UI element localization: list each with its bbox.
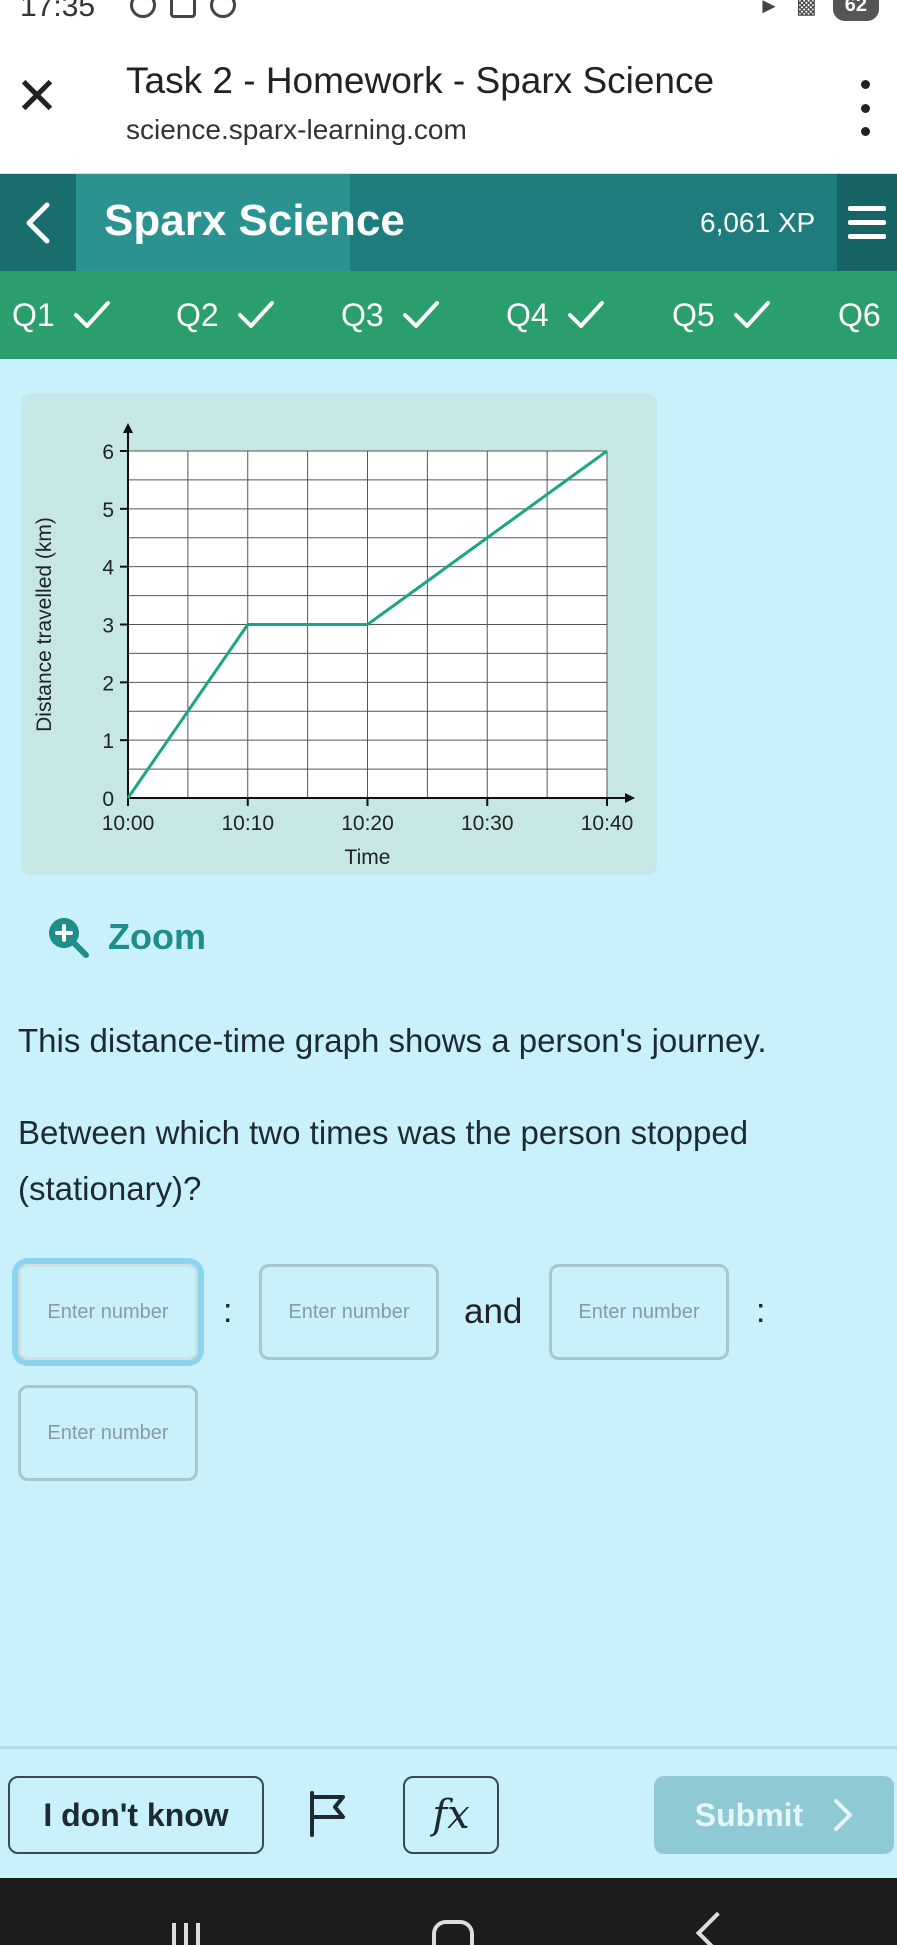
hamburger-menu-icon[interactable] [837, 174, 897, 271]
sync-icon [210, 0, 236, 18]
question-intro: This distance-time graph shows a person'… [18, 1022, 767, 1059]
check-icon [237, 301, 274, 328]
app-header: Sparx Science 6,061 XP [0, 174, 897, 271]
page-title: Task 2 - Homework - Sparx Science [126, 60, 715, 101]
tab-label: Q4 [506, 296, 549, 333]
question-tabs: Q1 Q2 Q3 Q4 Q5 Q6 [0, 271, 897, 359]
y-tick-label: 1 [102, 730, 114, 753]
tab-q4[interactable]: Q4 [506, 271, 605, 359]
recent-apps-icon[interactable] [172, 1923, 200, 1945]
question-prompt: Between which two times was the person s… [18, 1114, 749, 1207]
x-tick-label: 10:10 [221, 812, 274, 835]
y-tick-label: 6 [102, 441, 114, 464]
chevron-left-icon [26, 202, 50, 243]
answer-input-1[interactable] [18, 1264, 198, 1360]
y-tick-label: 5 [102, 499, 114, 522]
zoom-in-icon [49, 918, 89, 958]
answer-input-3[interactable] [549, 1264, 729, 1360]
dont-know-button[interactable]: I don't know [8, 1776, 264, 1854]
close-icon[interactable]: ✕ [12, 68, 62, 126]
back-nav-icon[interactable] [695, 1911, 739, 1945]
flag-icon[interactable] [305, 1789, 349, 1839]
battery-icon: 62 [832, 0, 879, 21]
x-axis-label: Time [345, 846, 391, 869]
bottom-action-bar: I don't know fx Submit [0, 1746, 897, 1878]
answer-input-2[interactable] [259, 1264, 439, 1360]
formula-button[interactable]: fx [403, 1776, 499, 1854]
home-icon[interactable] [432, 1920, 474, 1945]
tab-label: Q1 [12, 296, 55, 333]
y-axis-arrow [123, 423, 133, 433]
tab-q1[interactable]: Q1 [12, 271, 111, 359]
y-tick-label: 0 [102, 788, 114, 811]
status-bar: 17:35 ► ▩ 62 [0, 0, 897, 26]
system-nav-bar [0, 1878, 897, 1945]
messenger-icon [130, 0, 156, 18]
system-icons: ► ▩ 62 [758, 0, 879, 21]
x-tick-label: 10:20 [341, 812, 394, 835]
tab-label: Q5 [672, 296, 715, 333]
check-icon [73, 301, 110, 328]
notification-icons [130, 0, 236, 18]
tab-label: Q2 [176, 296, 219, 333]
signal-icon: ▩ [795, 0, 817, 18]
brand-title: Sparx Science [104, 196, 405, 245]
y-tick-label: 3 [102, 615, 114, 638]
browser-bar: ✕ Task 2 - Homework - Sparx Science scie… [0, 26, 897, 174]
tab-label: Q3 [341, 296, 384, 333]
tab-label: Q6 [838, 296, 881, 333]
check-icon [567, 301, 604, 328]
submit-button[interactable]: Submit [654, 1776, 894, 1854]
x-axis-arrow [625, 793, 635, 803]
mute-icon: ► [758, 0, 780, 18]
chevron-right-icon [834, 1799, 853, 1831]
y-axis-label: Distance travelled (km) [33, 517, 56, 732]
submit-label: Submit [694, 1796, 804, 1833]
x-tick-label: 10:30 [461, 812, 514, 835]
y-tick-label: 2 [102, 672, 114, 695]
distance-time-chart: 0 1 2 3 4 5 6 10:00 10:10 10:20 10:30 10:40 Time Dist… [33, 423, 635, 869]
status-time: 17:35 [20, 0, 96, 23]
tab-q5[interactable]: Q5 [672, 271, 771, 359]
tab-q3[interactable]: Q3 [341, 271, 440, 359]
time-separator: : [223, 1292, 233, 1330]
check-icon [733, 301, 770, 328]
x-tick-label: 10:40 [581, 812, 634, 835]
tab-q2[interactable]: Q2 [176, 271, 275, 359]
graph-card: 0 1 2 3 4 5 6 10:00 10:10 10:20 10:30 10:40 Time Dist… [21, 393, 657, 875]
tab-q6[interactable]: Q6 [838, 271, 881, 359]
and-label: and [464, 1292, 523, 1331]
y-tick-label: 4 [102, 557, 114, 580]
kebab-menu-icon[interactable] [853, 80, 877, 136]
x-tick-label: 10:00 [102, 812, 155, 835]
xp-counter: 6,061 XP [700, 207, 816, 238]
back-button[interactable] [0, 174, 76, 271]
zoom-button[interactable]: Zoom [46, 912, 206, 962]
time-separator: : [756, 1292, 766, 1330]
gallery-icon [170, 0, 196, 18]
check-icon [402, 301, 439, 328]
answer-input-4[interactable] [18, 1385, 198, 1481]
zoom-label: Zoom [108, 916, 206, 957]
page-url[interactable]: science.sparx-learning.com [126, 114, 467, 146]
